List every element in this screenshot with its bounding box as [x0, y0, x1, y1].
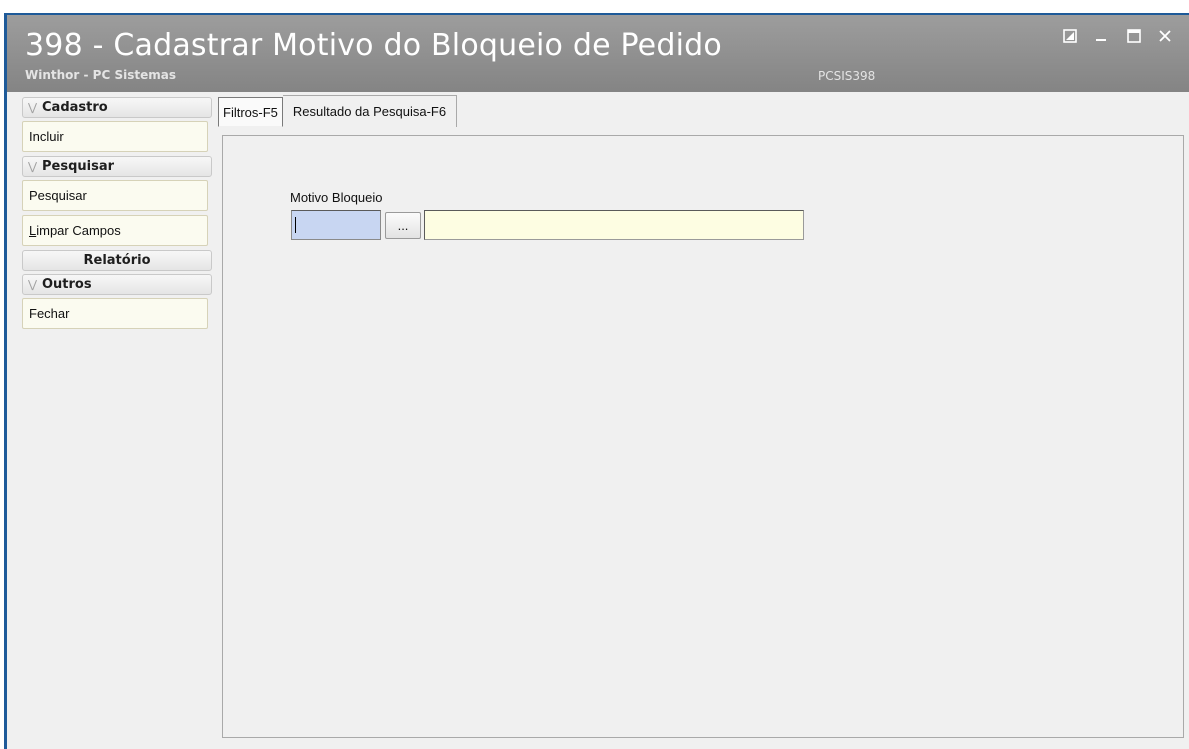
pesquisar-button[interactable]: Pesquisar — [22, 180, 208, 211]
tab-label: Resultado da Pesquisa-F6 — [292, 104, 447, 119]
app-window: 398 - Cadastrar Motivo do Bloqueio de Pe… — [4, 13, 1189, 749]
group-header-label: Pesquisar — [42, 159, 115, 174]
window-subtitle: Winthor - PC Sistemas — [25, 68, 176, 82]
group-header-pesquisar[interactable]: ⋁ Pesquisar — [22, 156, 212, 177]
lookup-button[interactable]: ... — [385, 212, 421, 239]
limpar-accelerator: L — [29, 223, 37, 238]
restore-icon[interactable] — [1060, 25, 1080, 47]
chevron-double-down-icon: ⋁ — [28, 278, 38, 291]
group-header-outros[interactable]: ⋁ Outros — [22, 274, 212, 295]
tab-bar: Filtros-F5 Resultado da Pesquisa-F6 — [218, 95, 458, 127]
action-sidebar: ⋁ Cadastro Incluir ⋁ Pesquisar Pesquisar… — [22, 97, 212, 333]
maximize-icon[interactable] — [1124, 25, 1144, 47]
window-title: 398 - Cadastrar Motivo do Bloqueio de Pe… — [25, 28, 722, 63]
motivo-description-input[interactable] — [424, 210, 804, 240]
close-icon[interactable] — [1154, 25, 1176, 47]
fechar-button[interactable]: Fechar — [22, 298, 208, 329]
group-header-cadastro[interactable]: ⋁ Cadastro — [22, 97, 212, 118]
program-code: PCSIS398 — [818, 69, 876, 83]
fechar-label: Fechar — [29, 306, 70, 321]
motivo-bloqueio-label: Motivo Bloqueio — [290, 190, 383, 205]
chevron-double-down-icon: ⋁ — [28, 101, 38, 114]
text-caret — [295, 217, 296, 233]
incluir-label: Incluir — [29, 129, 64, 144]
motivo-code-input[interactable] — [291, 210, 381, 240]
ellipsis-icon: ... — [397, 218, 409, 233]
incluir-button[interactable]: Incluir — [22, 121, 208, 152]
group-header-relatorio[interactable]: Relatório — [22, 250, 212, 271]
tab-label: Filtros-F5 — [223, 104, 278, 120]
chevron-double-down-icon: ⋁ — [28, 160, 38, 173]
tab-resultado-pesquisa[interactable]: Resultado da Pesquisa-F6 — [282, 95, 458, 127]
filters-panel: Motivo Bloqueio ... — [222, 135, 1184, 738]
tab-filtros[interactable]: Filtros-F5 — [218, 97, 283, 127]
limpar-campos-button[interactable]: Limpar Campos — [22, 215, 208, 246]
group-header-label: Relatório — [83, 253, 151, 268]
limpar-label: impar Campos — [36, 223, 121, 238]
group-header-label: Cadastro — [42, 100, 108, 115]
pesquisar-label: Pesquisar — [29, 188, 87, 203]
minimize-icon[interactable] — [1092, 25, 1110, 47]
group-header-label: Outros — [42, 277, 92, 292]
title-bar[interactable]: 398 - Cadastrar Motivo do Bloqueio de Pe… — [7, 15, 1189, 92]
